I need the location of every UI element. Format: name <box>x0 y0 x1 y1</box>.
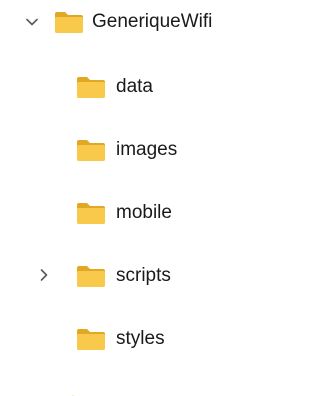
tree-item-label: styles <box>116 328 165 349</box>
file-tree: GeneriqueWifi data images mobile scripts… <box>0 0 260 396</box>
tree-item-images[interactable]: images <box>0 129 260 169</box>
folder-icon <box>76 75 106 99</box>
folder-icon <box>54 10 84 34</box>
tree-item-scripts[interactable]: scripts <box>0 255 260 295</box>
tree-item-label: GeneriqueWifi <box>92 11 213 32</box>
folder-icon <box>76 264 106 288</box>
tree-item-styles[interactable]: styles <box>0 318 260 358</box>
tree-item-mobile[interactable]: mobile <box>0 192 260 232</box>
folder-icon <box>76 201 106 225</box>
folder-icon <box>76 327 106 351</box>
partial-file-icon <box>66 388 80 396</box>
tree-item-label: scripts <box>116 265 171 286</box>
tree-item-label: images <box>116 139 178 160</box>
folder-icon <box>76 138 106 162</box>
tree-item-data[interactable]: data <box>0 66 260 106</box>
chevron-right-icon[interactable] <box>36 267 52 283</box>
chevron-down-icon[interactable] <box>24 14 40 30</box>
tree-item-genericuewifi[interactable]: GeneriqueWifi <box>0 2 260 42</box>
tree-item-label: mobile <box>116 202 172 223</box>
tree-item-label: data <box>116 76 153 97</box>
